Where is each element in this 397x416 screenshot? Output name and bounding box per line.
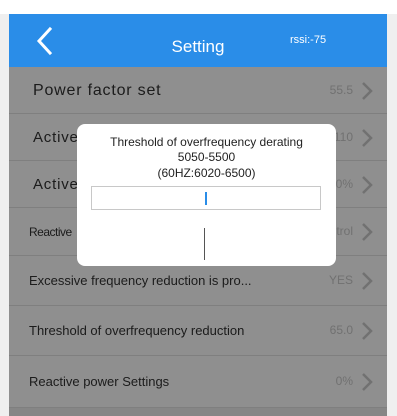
dialog-range-60hz: (60HZ:6020-6500) (157, 166, 256, 180)
rssi-indicator: rssi:-75 (290, 34, 327, 46)
status-bar (0, 0, 397, 14)
page-title: Setting (171, 37, 225, 56)
app-header: Setting rssi:-75 (9, 14, 387, 67)
dialog-title: Threshold of overfrequency derating (110, 135, 303, 149)
dialog-button-divider (204, 228, 205, 260)
dialog-range: 5050-5500 (177, 150, 236, 164)
threshold-dialog: Threshold of overfrequency derating 5050… (77, 124, 336, 266)
text-caret (205, 192, 207, 205)
threshold-input[interactable] (91, 186, 321, 210)
